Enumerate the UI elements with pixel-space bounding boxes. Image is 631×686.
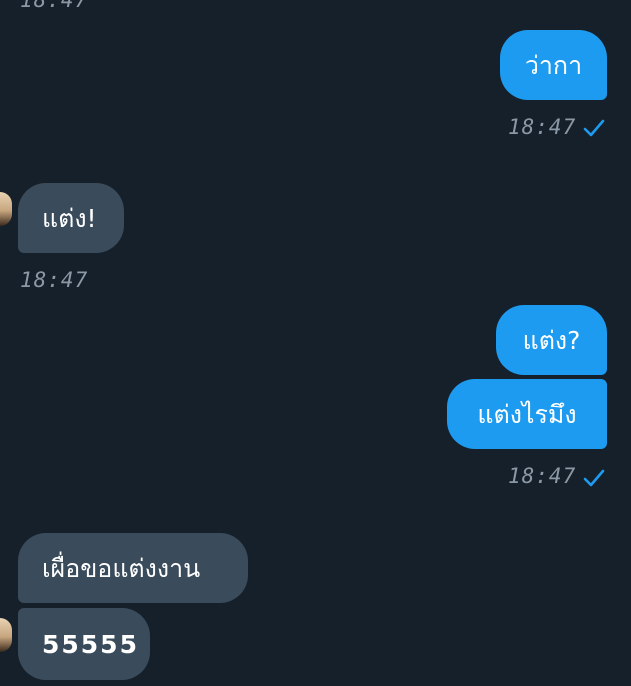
message-time: 18:47 <box>20 268 89 292</box>
incoming-message-bubble[interactable]: 55555 <box>18 608 150 680</box>
incoming-message-bubble[interactable]: แต่ง! <box>18 183 124 253</box>
outgoing-message-bubble[interactable]: แต่ง? <box>496 305 607 375</box>
message-text: แต่ง? <box>522 325 581 355</box>
message-text: ว่ากา <box>524 50 583 80</box>
chat-screen: 18:47 ว่ากา 18:47 แต่ง! 18:47 แต่ง? แต่ง… <box>0 0 631 686</box>
message-text: แต่งไรมึง <box>477 399 577 429</box>
outgoing-message-bubble[interactable]: แต่งไรมึง <box>447 379 607 449</box>
check-icon <box>583 119 605 137</box>
avatar[interactable] <box>0 618 12 652</box>
incoming-message-bubble[interactable]: เผื่อขอแต่งงาน <box>18 533 248 603</box>
message-time: 18:47 <box>508 115 577 139</box>
message-time-top: 18:47 <box>20 0 89 12</box>
message-text: 55555 <box>42 629 139 659</box>
avatar[interactable] <box>0 192 12 226</box>
message-text: แต่ง! <box>42 203 97 233</box>
outgoing-message-bubble[interactable]: ว่ากา <box>500 30 607 100</box>
message-time: 18:47 <box>508 464 577 488</box>
check-icon <box>583 469 605 487</box>
message-text: เผื่อขอแต่งงาน <box>42 553 201 583</box>
